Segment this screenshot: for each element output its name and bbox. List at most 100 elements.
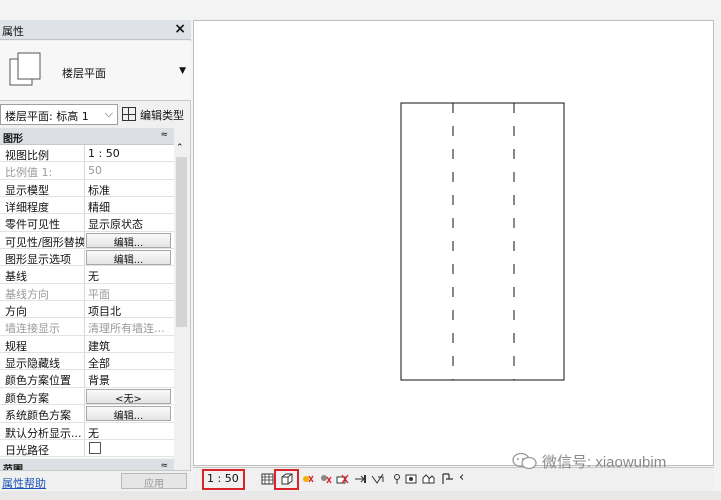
property-value: 清理所有墙连... [88, 322, 165, 335]
property-key: 图形显示选项 [0, 249, 85, 266]
property-key: 零件可见性 [0, 214, 85, 231]
property-row: 零件可见性 显示原状态 [0, 214, 174, 232]
property-value-select[interactable]: 建筑 [86, 336, 174, 352]
property-value-input[interactable]: 1 : 50 [86, 145, 174, 161]
show-crop-region-icon[interactable] [371, 473, 384, 485]
properties-title: 属性 [2, 25, 24, 38]
property-row: 详细程度 精细 [0, 197, 174, 215]
properties-grid: 图形 ≈ 视图比例 1 : 50 比例值 1: 50 显示模型 标准 详细程度 … [0, 128, 174, 458]
instance-selector-dropdown[interactable]: 楼层平面: 标高 1 ⌵ [0, 104, 118, 125]
property-key: 显示隐藏线 [0, 353, 85, 370]
rendering-dialog-icon[interactable] [336, 473, 349, 485]
wall-outline [400, 102, 565, 381]
plan-drawing [400, 102, 565, 381]
property-value-select[interactable]: 无 [86, 423, 174, 439]
sun-path-icon[interactable] [301, 473, 314, 485]
property-value: 50 [88, 164, 102, 178]
property-value-select[interactable]: 背景 [86, 370, 174, 386]
property-row: 显示隐藏线 全部 [0, 353, 174, 371]
properties-footer: 属性帮助 应用 [0, 470, 191, 490]
property-row: 方向 项目北 [0, 301, 174, 319]
type-name: 楼层平面 [62, 67, 106, 80]
instance-row: 楼层平面: 标高 1 ⌵ 编辑类型 [0, 104, 191, 126]
chevron-left-icon[interactable]: ‹ [459, 470, 472, 485]
scrollbar-thumb[interactable] [176, 157, 187, 327]
temporary-hide-isolate-icon[interactable] [405, 473, 418, 485]
unlocked-3d-view-icon[interactable] [391, 473, 404, 485]
close-icon[interactable]: × [174, 21, 186, 37]
system-color-scheme-edit-button[interactable]: 编辑... [86, 406, 171, 422]
property-key: 可见性/图形替换 [0, 231, 85, 249]
property-row: 默认分析显示... 无 [0, 422, 174, 440]
property-key: 基线方向 [0, 283, 85, 301]
property-key: 颜色方案 [0, 387, 85, 405]
type-selector[interactable]: 楼层平面 ▼ [0, 41, 191, 101]
property-key: 规程 [0, 335, 85, 353]
properties-help-link[interactable]: 属性帮助 [2, 475, 46, 491]
property-value-select[interactable]: 显示原状态 [86, 214, 174, 230]
crop-view-icon[interactable] [354, 473, 367, 485]
property-key: 显示模型 [0, 179, 85, 197]
property-row: 颜色方案位置 背景 [0, 370, 174, 388]
graphic-display-edit-button[interactable]: 编辑... [86, 250, 171, 266]
analytical-model-icon[interactable] [441, 473, 454, 485]
dropdown-arrow-icon[interactable]: ▼ [179, 66, 186, 76]
group-header-graphics[interactable]: 图形 ≈ [0, 128, 174, 145]
property-key: 详细程度 [0, 197, 85, 214]
highlight-box-scale [202, 469, 245, 490]
property-row: 墙连接显示 清理所有墙连... [0, 318, 174, 336]
floor-plan-icon [9, 52, 41, 86]
collapse-icon[interactable]: ≈ [160, 130, 168, 140]
property-row: 颜色方案 <无> [0, 387, 174, 406]
property-value-select[interactable]: 项目北 [86, 301, 174, 317]
apply-button[interactable]: 应用 [121, 473, 187, 490]
reveal-hidden-elements-icon[interactable] [422, 473, 435, 485]
sun-path-checkbox[interactable] [89, 441, 101, 454]
property-row: 日光路径 [0, 439, 174, 458]
instance-selector-value: 楼层平面: 标高 1 [5, 110, 89, 123]
property-key: 基线 [0, 266, 85, 283]
property-value: 平面 [88, 287, 110, 301]
watermark-text: 微信号: xiaowubim [542, 454, 667, 471]
status-strip [0, 491, 721, 500]
property-row: 规程 建筑 [0, 335, 174, 354]
edit-type-button[interactable]: 编辑类型 [121, 104, 189, 125]
property-row: 视图比例 1 : 50 [0, 145, 174, 163]
revit-window: 属性 × 楼层平面 ▼ 楼层平面: 标高 1 ⌵ 编辑类型 图形 ≈ 视图比例 … [0, 0, 721, 500]
property-key: 系统颜色方案 [0, 405, 85, 422]
scroll-up-icon[interactable]: ⌃ [176, 143, 184, 153]
property-key: 视图比例 [0, 145, 85, 162]
property-row: 显示模型 标准 [0, 179, 174, 198]
properties-scrollbar[interactable]: ⌃ ⌄ [174, 143, 189, 490]
properties-title-bar: 属性 × [0, 20, 191, 40]
property-row: 系统颜色方案 编辑... [0, 405, 174, 423]
property-key: 日光路径 [0, 439, 85, 457]
property-key: 比例值 1: [0, 162, 85, 179]
group-name: 图形 [3, 134, 23, 145]
watermark: 微信号: xiaowubim [512, 450, 712, 472]
show-hidden-lines-select[interactable]: 全部 [86, 353, 174, 369]
wechat-logo-icon [512, 452, 537, 470]
color-scheme-button[interactable]: <无> [86, 388, 171, 405]
property-row: 可见性/图形替换 编辑... [0, 231, 174, 250]
property-value-select[interactable]: 精细 [86, 197, 174, 213]
detail-level-icon[interactable] [261, 473, 274, 485]
property-row: 基线 无 [0, 266, 174, 284]
highlight-box-visual-style [274, 469, 299, 490]
property-key: 默认分析显示... [0, 422, 85, 439]
property-key: 颜色方案位置 [0, 370, 85, 387]
edit-type-label: 编辑类型 [140, 109, 184, 122]
edit-type-icon [122, 107, 136, 121]
property-key: 方向 [0, 301, 85, 318]
property-key: 墙连接显示 [0, 318, 85, 335]
chevron-down-icon: ⌵ [104, 107, 113, 120]
properties-palette: 属性 × 楼层平面 ▼ 楼层平面: 标高 1 ⌵ 编辑类型 图形 ≈ 视图比例 … [0, 20, 191, 490]
shadows-icon[interactable] [319, 473, 332, 485]
property-row: 比例值 1: 50 [0, 162, 174, 180]
property-row: 基线方向 平面 [0, 283, 174, 302]
visibility-graphics-edit-button[interactable]: 编辑... [86, 232, 171, 249]
view-canvas[interactable] [193, 20, 714, 466]
property-row: 图形显示选项 编辑... [0, 249, 174, 267]
property-value-select[interactable]: 无 [86, 266, 174, 282]
property-value-select[interactable]: 标准 [86, 180, 174, 196]
